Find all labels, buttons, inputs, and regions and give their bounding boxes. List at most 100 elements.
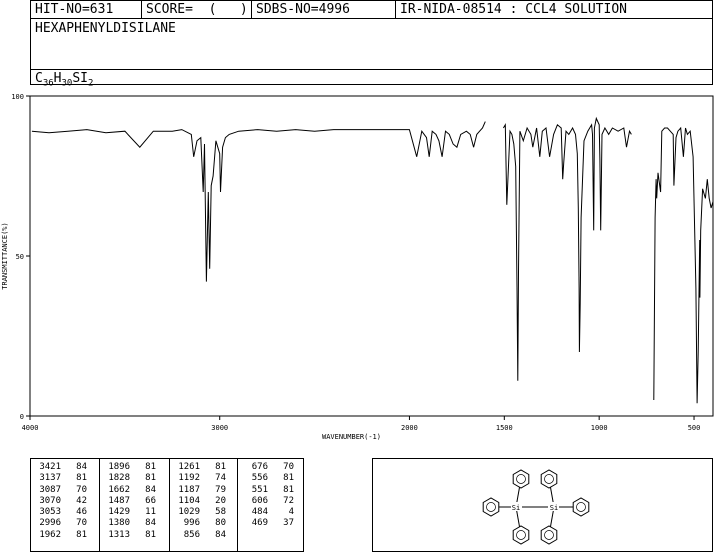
peak-transmittance: 79 (215, 484, 226, 495)
peak-transmittance: 81 (215, 462, 226, 472)
x-tick-label: 1000 (591, 424, 608, 432)
peak-transmittance: 80 (215, 518, 226, 529)
spectrum-trace-segment-1 (31, 121, 486, 282)
peak-column: 1261 81 1192 74 1187 79 1104 20 1029 58 996 80 856 84 (169, 459, 237, 551)
peak-wavenumber: 1104 (178, 495, 200, 506)
peak-wavenumber: 556 (251, 473, 268, 484)
peak-transmittance: 46 (76, 507, 87, 518)
peak-row: 1104 20 (170, 496, 237, 507)
x-tick-label: 3000 (211, 424, 228, 432)
peak-wavenumber: 1261 (178, 462, 200, 472)
peak-row: 996 80 (170, 518, 237, 529)
peak-transmittance: 70 (283, 462, 294, 472)
phenyl-ring (482, 497, 500, 517)
peak-row: 676 70 (238, 462, 305, 473)
peak-row: 1429 11 (100, 507, 169, 518)
x-axis-label: WAVENUMBER(-1) (322, 433, 381, 441)
peak-column: 1896 81 1828 81 1662 84 1487 66 1429 11 1380 84 1313… (99, 459, 169, 551)
peak-row: 1192 74 (170, 473, 237, 484)
peak-transmittance: 81 (76, 529, 87, 540)
x-tick-label: 1500 (496, 424, 513, 432)
peak-wavenumber: 3070 (39, 495, 61, 506)
peak-wavenumber: 856 (183, 529, 200, 540)
peak-wavenumber: 996 (183, 518, 200, 529)
compound-name: HEXAPHENYLDISILANE (35, 21, 176, 36)
peak-transmittance: 84 (145, 484, 156, 495)
si-atom-label: Si (512, 504, 520, 512)
spectrum-trace-segment-2 (502, 116, 632, 381)
peak-transmittance: 4 (288, 507, 294, 518)
peak-row: 551 81 (238, 485, 305, 496)
sdbs-number: SDBS-NO=4996 (251, 1, 395, 18)
peak-row: 2996 70 (31, 518, 99, 529)
peak-wavenumber: 3137 (39, 473, 61, 484)
y-axis-label: TRANSMITTANCE(%) (1, 222, 9, 289)
peak-transmittance: 81 (145, 529, 156, 540)
peak-row: 1029 58 (170, 507, 237, 518)
peak-row: 1828 81 (100, 473, 169, 484)
peak-wavenumber: 1380 (108, 518, 130, 529)
peak-row: 3087 70 (31, 485, 99, 496)
structure-box: Si Si (372, 458, 713, 552)
peak-transmittance: 70 (76, 518, 87, 529)
peak-row: 1380 84 (100, 518, 169, 529)
peak-wavenumber: 469 (251, 518, 268, 529)
peak-wavenumber: 1429 (108, 507, 130, 518)
peak-table: 3421 84 3137 81 3087 70 3070 42 3053 46 2996 70 1962… (30, 458, 304, 552)
x-tick-label: 500 (688, 424, 701, 432)
header-box: HIT-NO=631 SCORE= ( ) SDBS-NO=4996 IR-NI… (30, 0, 713, 89)
peak-wavenumber: 3087 (39, 484, 61, 495)
ir-spectrum-chart: 0 50 100 4000 3000 2000 1500 1000 500 WAVENUMBER(… (1, 93, 714, 441)
peak-transmittance: 42 (76, 495, 87, 506)
peak-transmittance: 20 (215, 495, 226, 506)
peak-wavenumber: 1192 (178, 473, 200, 484)
peak-wavenumber: 1487 (108, 495, 130, 506)
peak-transmittance: 84 (76, 462, 87, 472)
peak-wavenumber: 551 (251, 484, 268, 495)
si-atom-label: Si (550, 504, 558, 512)
plot-frame (29, 95, 714, 417)
peak-wavenumber: 1896 (108, 462, 130, 472)
ir-info: IR-NIDA-08514 : CCL4 SOLUTION (395, 1, 713, 18)
peak-wavenumber: 606 (251, 495, 268, 506)
peak-row: 1662 84 (100, 485, 169, 496)
peak-wavenumber: 1828 (108, 473, 130, 484)
peak-row: 1261 81 (170, 462, 237, 473)
hit-number: HIT-NO=631 (35, 2, 114, 17)
peak-row: 3421 84 (31, 462, 99, 473)
peak-transmittance: 81 (145, 473, 156, 484)
peak-transmittance: 84 (215, 529, 226, 540)
score: SCORE= ( ) (141, 1, 251, 18)
peak-row: 1187 79 (170, 485, 237, 496)
peak-transmittance: 81 (283, 473, 294, 484)
peak-wavenumber: 2996 (39, 518, 61, 529)
peak-transmittance: 81 (145, 462, 156, 472)
peak-row: 469 37 (238, 518, 305, 529)
y-tick-label: 50 (16, 253, 24, 261)
peak-transmittance: 74 (215, 473, 226, 484)
peak-wavenumber: 676 (251, 462, 268, 472)
peak-column: 3421 84 3137 81 3087 70 3070 42 3053 46 2996 70 1962… (31, 459, 99, 551)
phenyl-ring (512, 469, 530, 489)
peak-row: 3070 42 (31, 496, 99, 507)
y-tick-label: 0 (20, 413, 24, 421)
x-tick-label: 4000 (22, 424, 39, 432)
peak-row: 3053 46 (31, 507, 99, 518)
peak-row: 856 84 (170, 530, 237, 541)
divider (31, 69, 712, 70)
peak-transmittance: 81 (283, 484, 294, 495)
peak-transmittance: 81 (76, 473, 87, 484)
peak-row: 1896 81 (100, 462, 169, 473)
peak-transmittance: 11 (145, 507, 156, 518)
peak-wavenumber: 1962 (39, 529, 61, 540)
peak-transmittance: 70 (76, 484, 87, 495)
peak-wavenumber: 3421 (39, 462, 61, 472)
phenyl-ring (572, 497, 590, 517)
peak-row: 606 72 (238, 496, 305, 507)
peak-wavenumber: 1187 (178, 484, 200, 495)
phenyl-ring (540, 469, 558, 489)
peak-wavenumber: 3053 (39, 507, 61, 518)
phenyl-ring (540, 525, 558, 545)
peak-row: 3137 81 (31, 473, 99, 484)
y-tick-label: 100 (11, 93, 24, 101)
